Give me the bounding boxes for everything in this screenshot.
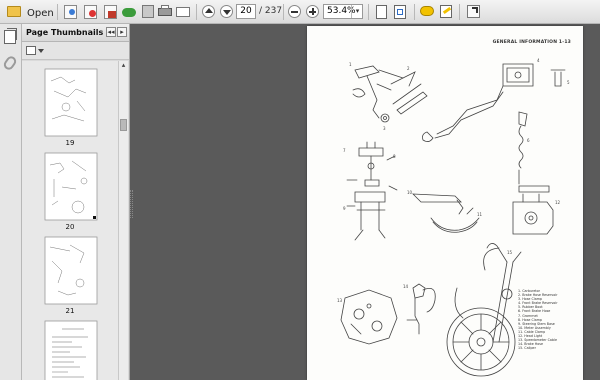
- thumbnail-page-21[interactable]: [44, 236, 98, 305]
- cloud-button[interactable]: [120, 3, 138, 21]
- email-icon: [176, 7, 190, 17]
- page-number-input[interactable]: 20: [236, 4, 256, 19]
- minus-icon: [291, 11, 298, 13]
- sign-button[interactable]: [437, 3, 455, 21]
- svg-text:12: 12: [555, 200, 561, 205]
- upload-badge-icon: [89, 10, 96, 17]
- folder-open-icon: [7, 6, 21, 17]
- print-icon: [158, 8, 172, 16]
- fit-page-icon: [376, 5, 387, 19]
- thumbnail-scrollbar[interactable]: ▴: [118, 61, 128, 380]
- master-cylinder-assembly: [422, 63, 566, 185]
- chevron-down-icon[interactable]: ▾: [351, 5, 363, 18]
- chevron-down-icon[interactable]: [38, 49, 44, 53]
- callout-numbers: 123 456 789 101112 131415: [337, 58, 570, 303]
- document-page: GENERAL INFORMATION 1-13 1 2 3 4 5 6 7 8…: [307, 26, 583, 380]
- panel-splitter-handle[interactable]: [130, 190, 133, 218]
- thumbnail-list: 19 20 21: [22, 61, 118, 380]
- svg-text:9: 9: [343, 206, 346, 211]
- thumbnail-panel: Page Thumbnails ◂◂ ▸ 19 20 21 ▴: [22, 24, 130, 380]
- comment-icon: [420, 6, 434, 16]
- fit-page-button[interactable]: [373, 3, 391, 21]
- down-arrow-icon: [223, 10, 231, 15]
- cloud-icon: [122, 8, 136, 17]
- toolbar-separator: [459, 4, 460, 20]
- toolbar-separator: [368, 4, 369, 20]
- svg-text:11: 11: [477, 212, 483, 217]
- navigation-rail: [0, 24, 22, 380]
- toolbar: Open 20 / 237 53.4% ▾: [0, 0, 600, 24]
- zoom-in-button[interactable]: [304, 3, 320, 21]
- svg-text:10: 10: [407, 190, 413, 195]
- panel-options-bar: [22, 42, 129, 60]
- next-page-button[interactable]: [218, 3, 234, 21]
- zoom-out-button[interactable]: [286, 3, 302, 21]
- options-icon[interactable]: [26, 46, 36, 55]
- upload-button[interactable]: [82, 3, 100, 21]
- scroll-up-arrow[interactable]: ▴: [120, 61, 127, 69]
- svg-text:15: 15: [507, 250, 513, 255]
- open-label: Open: [27, 8, 54, 19]
- thumbnail-label: 20: [65, 223, 75, 231]
- thumbnail-label: 19: [65, 139, 75, 147]
- expand-button[interactable]: [464, 3, 482, 21]
- thumbnail-selection-marker: [93, 216, 96, 219]
- thumbnail-page-20[interactable]: [44, 152, 98, 221]
- thumbnail-page-next[interactable]: [44, 320, 98, 380]
- parts-legend: 1. Carburetor 2. Brake Hose Reservoir 3.…: [518, 289, 582, 350]
- front-wheel-assembly: [446, 243, 522, 377]
- svg-text:4: 4: [537, 58, 540, 63]
- toolbar-separator: [57, 4, 58, 20]
- attachment-icon[interactable]: [1, 54, 19, 72]
- full-screen-button[interactable]: [391, 3, 409, 21]
- download-arrow-icon: [69, 9, 75, 15]
- hose-clamp-detail: [406, 283, 436, 335]
- save-icon: [142, 5, 154, 18]
- collapse-panel-button[interactable]: ◂◂: [106, 27, 116, 37]
- caliper-top-view: [512, 185, 554, 235]
- thumbnail-artwork: [44, 68, 98, 380]
- fork-and-clamp-assembly: [346, 141, 398, 241]
- svg-text:5: 5: [567, 80, 570, 85]
- save-button[interactable]: [139, 3, 157, 21]
- scrollbar-thumb[interactable]: [120, 119, 127, 131]
- thumbnail-label: 21: [65, 307, 75, 315]
- download-button[interactable]: [62, 3, 80, 21]
- svg-text:8: 8: [393, 154, 396, 159]
- comment-button[interactable]: [418, 3, 436, 21]
- toolbar-separator: [414, 4, 415, 20]
- print-paper-icon: [161, 5, 169, 9]
- panel-title: Page Thumbnails: [26, 28, 104, 37]
- pages-back-sheet-icon: [7, 28, 17, 40]
- panel-header: Page Thumbnails ◂◂ ▸: [22, 24, 129, 42]
- print-button[interactable]: [156, 3, 174, 21]
- plus-vertical-icon: [312, 8, 314, 15]
- expand-panel-button[interactable]: ▸: [117, 27, 127, 37]
- thumbnail-page-19[interactable]: [44, 68, 98, 137]
- svg-text:1: 1: [349, 62, 352, 67]
- previous-page-button[interactable]: [200, 3, 216, 21]
- svg-text:7: 7: [343, 148, 346, 153]
- svg-text:2: 2: [407, 66, 410, 71]
- svg-text:6: 6: [527, 138, 530, 143]
- svg-text:14: 14: [403, 284, 409, 289]
- open-button[interactable]: Open: [3, 3, 55, 21]
- pdf-badge-icon: [108, 11, 116, 18]
- create-pdf-button[interactable]: [102, 3, 120, 21]
- toolbar-separator: [283, 4, 284, 20]
- page-total: / 237: [259, 6, 283, 16]
- up-arrow-icon: [205, 8, 213, 13]
- brake-lever-assembly: [352, 65, 428, 123]
- email-button[interactable]: [174, 3, 192, 21]
- svg-text:13: 13: [337, 298, 343, 303]
- bracket-and-cable: [411, 193, 480, 233]
- full-screen-frame-icon: [397, 9, 403, 15]
- legend-item: 15. Caliper: [518, 346, 536, 351]
- expand-arrow-icon: [472, 7, 478, 13]
- toolbar-separator: [196, 4, 197, 20]
- svg-text:3: 3: [383, 126, 386, 131]
- brake-caliper: [340, 289, 398, 345]
